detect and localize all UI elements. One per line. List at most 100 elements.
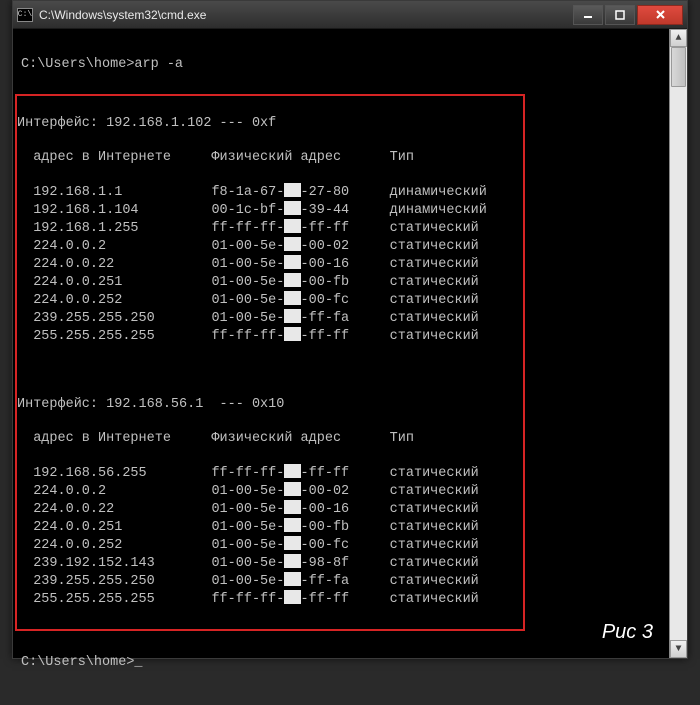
obscured-icon [284,464,300,478]
arp-type: статический [390,502,479,517]
mac-suffix: -00-16 [301,502,350,517]
mac-prefix: ff-ff-ff- [211,329,284,344]
mac-suffix: -00-02 [301,239,350,254]
titlebar[interactable]: C:\ C:\Windows\system32\cmd.exe [13,1,687,29]
arp-row: 192.168.1.1 f8-1a-67--27-80 динамический [17,183,523,201]
obscured-icon [284,219,300,233]
window-controls [573,5,683,25]
obscured-icon [284,237,300,251]
mac-prefix: f8-1a-67- [211,185,284,200]
mac-suffix: -00-fc [301,293,350,308]
mac-suffix: -ff-ff [301,592,350,607]
obscured-icon [284,590,300,604]
mac-prefix: 01-00-5e- [211,574,284,589]
column-headers-1: адрес в Интернете Физический адрес Тип [17,149,523,166]
minimize-button[interactable] [573,5,603,25]
mac-prefix: ff-ff-ff- [211,221,284,236]
figure-label: Рис 3 [602,621,653,644]
arp-row: 224.0.0.251 01-00-5e--00-fb статический [17,273,523,291]
arp-row: 224.0.0.22 01-00-5e--00-16 статический [17,500,523,518]
mac-prefix: 01-00-5e- [211,257,284,272]
mac-suffix: -ff-ff [301,221,350,236]
arp-type: статический [390,538,479,553]
mac-prefix: 01-00-5e- [211,311,284,326]
mac-suffix: -00-02 [301,484,350,499]
arp-row: 224.0.0.2 01-00-5e--00-02 статический [17,482,523,500]
command-text: arp -a [134,57,183,72]
prompt: C:\Users\home> [21,655,134,670]
arp-type: динамический [390,203,487,218]
scrollbar-thumb[interactable] [671,47,686,87]
obscured-icon [284,482,300,496]
arp-type: статический [390,221,479,236]
interface-header-1: Интерфейс: 192.168.1.102 --- 0xf [17,115,523,132]
obscured-icon [284,572,300,586]
highlight-box: Интерфейс: 192.168.1.102 --- 0xf адрес в… [15,94,525,631]
arp-row: 239.255.255.250 01-00-5e--ff-fa статичес… [17,572,523,590]
scroll-up-button[interactable]: ▲ [670,29,687,47]
scroll-down-button[interactable]: ▼ [670,640,687,658]
arp-type: статический [390,257,479,272]
arp-type: статический [390,239,479,254]
maximize-button[interactable] [605,5,635,25]
obscured-icon [284,554,300,568]
arp-row: 239.255.255.250 01-00-5e--ff-fa статичес… [17,309,523,327]
arp-type: статический [390,329,479,344]
prompt: C:\Users\home> [21,57,134,72]
mac-prefix: 01-00-5e- [211,239,284,254]
mac-prefix: 01-00-5e- [211,538,284,553]
mac-prefix: 01-00-5e- [211,520,284,535]
cmd-window: C:\ C:\Windows\system32\cmd.exe C:\Users… [12,0,688,659]
obscured-icon [284,183,300,197]
mac-suffix: -00-fb [301,275,350,290]
arp-type: статический [390,275,479,290]
obscured-icon [284,327,300,341]
vertical-scrollbar[interactable]: ▲ ▼ [669,29,687,658]
arp-row: 224.0.0.252 01-00-5e--00-fc статический [17,291,523,309]
mac-prefix: ff-ff-ff- [211,466,284,481]
close-button[interactable] [637,5,683,25]
mac-prefix: 01-00-5e- [211,556,284,571]
terminal-output[interactable]: C:\Users\home>arp -a Интерфейс: 192.168.… [13,29,669,658]
mac-suffix: -39-44 [301,203,350,218]
obscured-icon [284,309,300,323]
mac-prefix: 01-00-5e- [211,275,284,290]
arp-type: статический [390,484,479,499]
arp-type: динамический [390,185,487,200]
mac-prefix: 01-00-5e- [211,484,284,499]
arp-row: 192.168.56.255 ff-ff-ff--ff-ff статическ… [17,464,523,482]
arp-row: 224.0.0.22 01-00-5e--00-16 статический [17,255,523,273]
mac-suffix: -00-fb [301,520,350,535]
arp-type: статический [390,311,479,326]
cursor: _ [134,655,142,670]
obscured-icon [284,500,300,514]
mac-suffix: -00-16 [301,257,350,272]
mac-prefix: 01-00-5e- [211,502,284,517]
arp-row: 255.255.255.255 ff-ff-ff--ff-ff статичес… [17,590,523,608]
arp-row: 192.168.1.104 00-1c-bf--39-44 динамическ… [17,201,523,219]
arp-row: 192.168.1.255 ff-ff-ff--ff-ff статически… [17,219,523,237]
mac-suffix: -00-fc [301,538,350,553]
obscured-icon [284,273,300,287]
mac-suffix: -ff-fa [301,574,350,589]
obscured-icon [284,536,300,550]
obscured-icon [284,518,300,532]
scrollbar-track[interactable] [670,47,687,640]
mac-suffix: -ff-ff [301,466,350,481]
window-title: C:\Windows\system32\cmd.exe [39,8,573,22]
arp-row: 224.0.0.251 01-00-5e--00-fb статический [17,518,523,536]
arp-type: статический [390,592,479,607]
arp-row: 255.255.255.255 ff-ff-ff--ff-ff статичес… [17,327,523,345]
cmd-icon: C:\ [17,8,33,22]
mac-suffix: -ff-fa [301,311,350,326]
obscured-icon [284,255,300,269]
arp-type: статический [390,556,479,571]
terminal-body: C:\Users\home>arp -a Интерфейс: 192.168.… [13,29,687,658]
obscured-icon [284,201,300,215]
arp-row: 224.0.0.2 01-00-5e--00-02 статический [17,237,523,255]
mac-prefix: ff-ff-ff- [211,592,284,607]
mac-suffix: -98-8f [301,556,350,571]
mac-suffix: -ff-ff [301,329,350,344]
mac-prefix: 01-00-5e- [211,293,284,308]
obscured-icon [284,291,300,305]
